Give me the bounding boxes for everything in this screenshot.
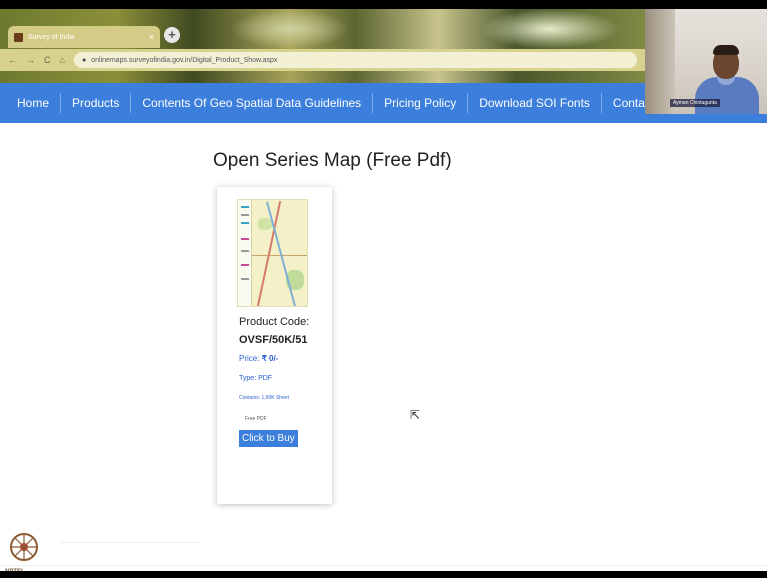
product-code: OVSF/50K/51 [239,334,308,346]
tab-title: Survey of India [28,33,75,41]
product-card: Product Code: OVSF/50K/51 Price: ₹ 0/- T… [217,187,332,504]
back-button[interactable]: ← [8,55,17,65]
bottom-black-strip [0,571,767,578]
address-bar-row: ← → C ⌂ ● onlinemaps.surveyofindia.gov.i… [0,49,645,71]
map-road [256,200,282,306]
price-label: Price: [239,354,260,363]
footer-divider [0,565,767,566]
home-button[interactable]: ⌂ [60,55,65,65]
webcam-overlay: Ayman Chintagunta [645,9,767,114]
nav-geospatial-guidelines[interactable]: Contents Of Geo Spatial Data Guidelines [131,93,374,113]
free-pdf-label: Free PDF [245,416,267,422]
nav-pricing-policy[interactable]: Pricing Policy [373,93,469,113]
map-legend [238,200,252,306]
browser-chrome: Survey of India × + ← → C ⌂ ● onlinemaps… [0,9,645,83]
nptel-logo-icon [10,533,38,561]
legend-mark [241,222,249,224]
map-thumbnail[interactable] [237,199,308,307]
page-title: Open Series Map (Free Pdf) [213,150,452,171]
nav-download-fonts[interactable]: Download SOI Fonts [468,93,602,113]
nav-home[interactable]: Home [6,93,62,113]
product-contains: Contains: 1,50K Sheet [239,395,290,401]
product-price: Price: ₹ 0/- [239,354,278,363]
legend-mark [241,264,249,266]
browser-background-highlight [480,9,620,49]
price-value: ₹ 0/- [261,354,279,363]
legend-mark [241,278,249,280]
product-type: Type: PDF [239,375,273,382]
mouse-cursor-icon: ⇱ [410,408,421,422]
tab-close-icon[interactable]: × [149,32,154,42]
legend-mark [241,238,249,240]
product-code-label: Product Code: [239,316,310,328]
top-black-strip [0,0,767,9]
footer-divider [60,542,200,543]
url-field[interactable]: ● onlinemaps.surveyofindia.gov.in/Digita… [73,52,637,68]
new-tab-button[interactable]: + [164,27,180,43]
legend-mark [241,206,249,208]
reload-button[interactable]: C [44,55,51,65]
legend-mark [241,250,249,252]
click-to-buy-button[interactable]: Click to Buy [239,430,298,447]
lock-icon: ● [81,56,87,64]
map-river [266,201,296,306]
browser-tab[interactable]: Survey of India × [8,26,160,48]
forward-button[interactable]: → [26,55,35,65]
browser-background [230,9,350,49]
url-text: onlinemaps.surveyofindia.gov.in/Digital_… [91,56,278,64]
favicon-icon [14,32,23,42]
presenter-hair [713,45,739,55]
presenter-name-tag: Ayman Chintagunta [670,99,720,107]
nav-products[interactable]: Products [61,93,132,113]
legend-mark [241,214,249,216]
